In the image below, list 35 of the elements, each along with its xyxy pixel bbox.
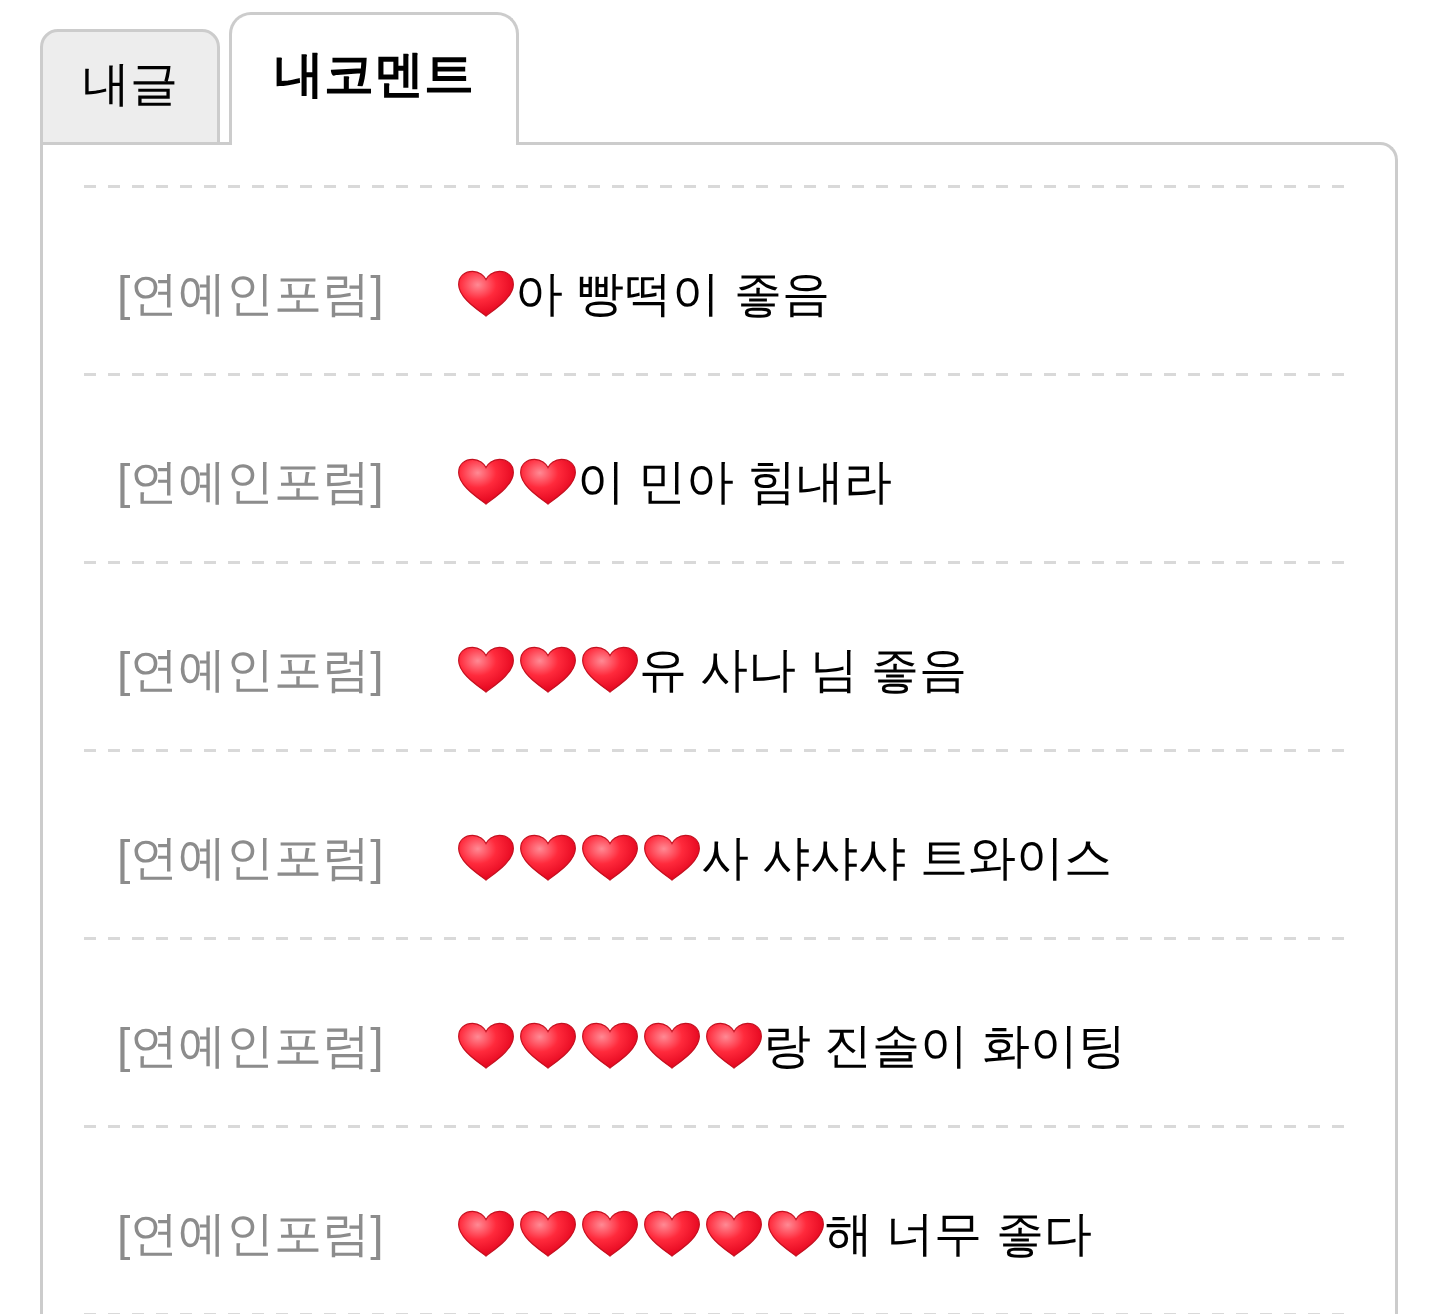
heart-icon xyxy=(457,269,515,318)
board-label: [연예인포럼] xyxy=(117,833,385,882)
heart-icon xyxy=(519,645,577,694)
comment-link[interactable]: 해 너무 좋다 xyxy=(825,1209,1092,1258)
heart-icon xyxy=(643,1021,701,1070)
heart-icon xyxy=(457,833,515,882)
heart-icon xyxy=(581,833,639,882)
heart-icon xyxy=(643,833,701,882)
board-label: [연예인포럼] xyxy=(117,269,385,318)
heart-icon xyxy=(643,1209,701,1258)
board-label: [연예인포럼] xyxy=(117,645,385,694)
heart-icon xyxy=(457,645,515,694)
comment-link[interactable]: 랑 진솔이 화이팅 xyxy=(763,1021,1126,1070)
board-label: [연예인포럼] xyxy=(117,1209,385,1258)
heart-icon xyxy=(705,1021,763,1070)
tab[interactable]: 내코멘트 xyxy=(229,12,519,145)
heart-icon xyxy=(457,1209,515,1258)
board-label: [연예인포럼] xyxy=(117,457,385,506)
heart-icon xyxy=(581,1021,639,1070)
comment-link[interactable]: 사 샤샤샤 트와이스 xyxy=(701,833,1112,882)
heart-icon xyxy=(519,457,577,506)
heart-icon xyxy=(767,1209,825,1258)
comment-link[interactable]: 유 사나 님 좋음 xyxy=(639,645,967,694)
heart-icon xyxy=(519,1021,577,1070)
board-label: [연예인포럼] xyxy=(117,1021,385,1070)
heart-icon xyxy=(581,645,639,694)
heart-icon xyxy=(519,833,577,882)
comment-link[interactable]: 아 빵떡이 좋음 xyxy=(515,269,830,318)
heart-icon xyxy=(457,1021,515,1070)
heart-icon xyxy=(519,1209,577,1258)
heart-icon xyxy=(457,457,515,506)
comment-link[interactable]: 이 민아 힘내라 xyxy=(577,457,892,506)
heart-icon xyxy=(581,1209,639,1258)
tab[interactable]: 내글 xyxy=(40,29,220,145)
heart-icon xyxy=(705,1209,763,1258)
